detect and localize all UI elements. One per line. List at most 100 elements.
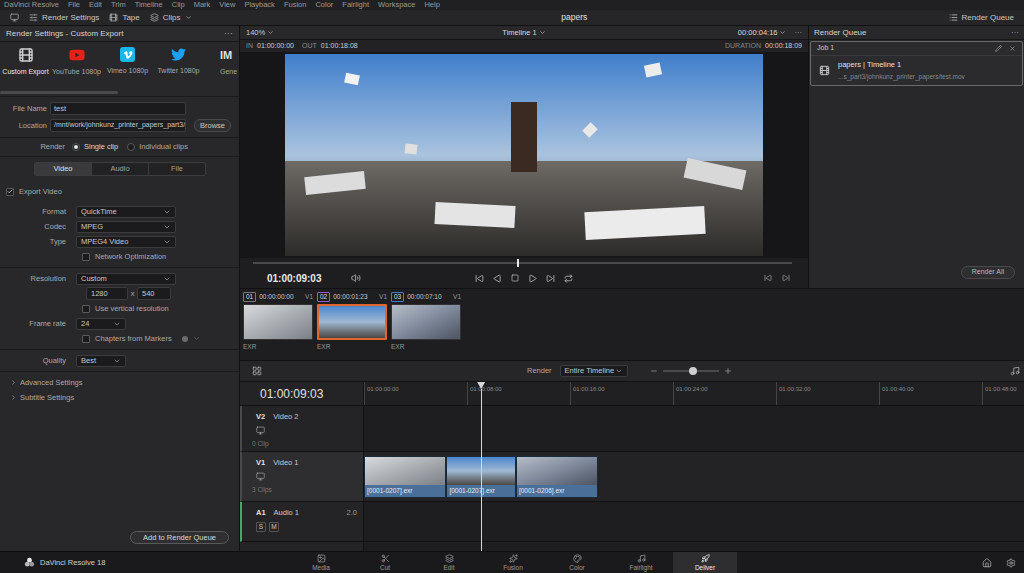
track-monitor-icon[interactable]	[256, 426, 265, 435]
settings-tab[interactable]: Video	[35, 163, 91, 175]
toolbar-button[interactable]: Tape	[109, 12, 139, 24]
more-button[interactable]: ···	[1011, 27, 1019, 39]
menu-item[interactable]: File	[68, 0, 80, 10]
page-tab[interactable]: Fusion	[481, 552, 545, 573]
setting-select[interactable]: Custom	[76, 273, 176, 285]
setting-select[interactable]: MPEG4 Video	[76, 236, 176, 248]
stop-icon[interactable]	[511, 274, 519, 282]
scrub-track[interactable]	[253, 262, 792, 264]
preset-item[interactable]: Vimeo 1080p	[102, 47, 153, 75]
menu-item[interactable]: Fusion	[284, 0, 307, 10]
location-input[interactable]: /mnt/work/johnkunz_printer_papers_part3/…	[50, 119, 186, 132]
page-tab[interactable]: Fairlight	[609, 552, 673, 573]
preset-bar: Custom ExportYouTube 1080pVimeo 1080pTwi…	[0, 42, 239, 88]
toolbar-button[interactable]: Render Settings	[29, 12, 99, 24]
more-button[interactable]: ···	[224, 27, 233, 41]
menu-item[interactable]: DaVinci Resolve	[4, 0, 59, 10]
menu-item[interactable]: Timeline	[135, 0, 163, 10]
edit-icon[interactable]	[995, 45, 1002, 52]
track-header[interactable]: V2Video 20 Clip	[240, 406, 363, 452]
zoom-slider[interactable]	[663, 370, 719, 372]
timeline-view-icon[interactable]	[252, 366, 262, 376]
track-toggle-button[interactable]: M	[269, 522, 279, 532]
width-input[interactable]: 1280	[86, 287, 128, 300]
render-range-select[interactable]: Entire Timeline	[560, 365, 628, 377]
home-icon[interactable]	[982, 558, 992, 568]
menu-item[interactable]: Fairlight	[342, 0, 369, 10]
menu-item[interactable]: Color	[315, 0, 333, 10]
collapsible-section[interactable]: Advanced Settings	[0, 375, 239, 390]
preset-item[interactable]: IMGene	[204, 47, 239, 76]
track-header[interactable]: V1Video 13 Clips	[240, 452, 363, 502]
menu-item[interactable]: Workspace	[378, 0, 415, 10]
render-job[interactable]: Job 1papers | Timeline 1...s_part3/johnk…	[810, 41, 1023, 86]
workspace-icon[interactable]	[10, 13, 19, 22]
menu-item[interactable]: Trim	[111, 0, 126, 10]
timeline-clip[interactable]: [0001-0206].exr	[516, 456, 598, 498]
settings-tab[interactable]: File	[148, 163, 205, 175]
menu-item[interactable]: Mark	[194, 0, 211, 10]
track-toggle-button[interactable]: S	[256, 522, 266, 532]
settings-gear-icon[interactable]	[1006, 558, 1016, 568]
settings-tab[interactable]: Audio	[91, 163, 148, 175]
timeline-clip[interactable]: [0001-0207].exr	[364, 456, 446, 498]
skip-back-icon[interactable]	[475, 274, 484, 283]
go-to-out-icon[interactable]	[782, 274, 790, 282]
page-tab[interactable]: Deliver	[673, 552, 737, 573]
clip-thumbnail-item[interactable]: 0300:00:07:10V1EXR	[391, 292, 461, 352]
setting-checkbox[interactable]	[82, 253, 90, 261]
menu-item[interactable]: Help	[424, 0, 439, 10]
clip-thumbnail	[317, 304, 387, 340]
preset-scrollbar[interactable]	[0, 91, 118, 94]
file-name-input[interactable]: test	[50, 102, 186, 115]
zoom-select[interactable]: 140%	[246, 27, 431, 38]
loop-icon[interactable]	[564, 274, 573, 283]
menu-item[interactable]: Playback	[244, 0, 274, 10]
timeline-playhead[interactable]	[477, 382, 485, 551]
track-header[interactable]: A1Audio 12.0SM	[240, 502, 363, 542]
add-to-render-queue-button[interactable]: Add to Render Queue	[130, 531, 229, 544]
timeline-select[interactable]: Timeline 1	[431, 27, 616, 38]
track-monitor-icon[interactable]	[256, 472, 265, 481]
render-queue-toggle[interactable]: Render Queue	[949, 12, 1014, 24]
play-reverse-icon[interactable]	[493, 274, 502, 283]
collapsible-section[interactable]: Subtitle Settings	[0, 390, 239, 405]
play-icon[interactable]	[528, 274, 537, 283]
setting-select[interactable]: 24	[76, 318, 126, 330]
zoom-out-icon[interactable]	[650, 367, 658, 375]
setting-checkbox[interactable]	[82, 305, 90, 313]
render-all-button[interactable]: Render All	[961, 266, 1015, 279]
speaker-icon[interactable]	[351, 273, 361, 283]
scrub-playhead[interactable]	[517, 259, 519, 267]
browse-button[interactable]: Browse	[194, 119, 231, 132]
preset-item[interactable]: YouTube 1080p	[51, 47, 102, 76]
menu-item[interactable]: Edit	[89, 0, 102, 10]
page-tab[interactable]: Cut	[353, 552, 417, 573]
menu-item[interactable]: View	[219, 0, 235, 10]
more-button[interactable]: ···	[794, 27, 802, 38]
export-video-checkbox[interactable]	[6, 188, 14, 196]
page-tab[interactable]: Edit	[417, 552, 481, 573]
preset-item[interactable]: Twitter 1080p	[153, 47, 204, 75]
setting-select[interactable]: Best	[76, 355, 126, 367]
clip-thumbnail-item[interactable]: 0100:00:00:00V1EXR	[243, 292, 313, 352]
go-to-in-icon[interactable]	[764, 274, 772, 282]
clip-thumbnail-item[interactable]: 0200:00:01:23V1EXR	[317, 292, 387, 352]
toolbar-button[interactable]: Clips	[150, 12, 192, 24]
close-icon[interactable]	[1009, 45, 1016, 52]
setting-select[interactable]: MPEG	[76, 221, 176, 233]
height-input[interactable]: 540	[137, 287, 171, 300]
timecode-select[interactable]: 00:00:04:16	[738, 27, 787, 38]
page-tab[interactable]: Media	[289, 552, 353, 573]
page-tab[interactable]: Color	[545, 552, 609, 573]
menu-item[interactable]: Clip	[172, 0, 185, 10]
location-row: Location/mnt/work/johnkunz_printer_paper…	[0, 118, 239, 133]
render-mode-radio[interactable]: Individual clips	[127, 141, 188, 152]
render-mode-radio[interactable]: Single clip	[72, 141, 118, 152]
preset-item[interactable]: Custom Export	[0, 47, 51, 76]
zoom-in-icon[interactable]	[724, 367, 732, 375]
setting-select[interactable]: QuickTime	[76, 206, 176, 218]
setting-checkbox[interactable]	[82, 335, 90, 343]
skip-forward-icon[interactable]	[546, 274, 555, 283]
audio-meter-icon[interactable]	[1010, 366, 1020, 376]
